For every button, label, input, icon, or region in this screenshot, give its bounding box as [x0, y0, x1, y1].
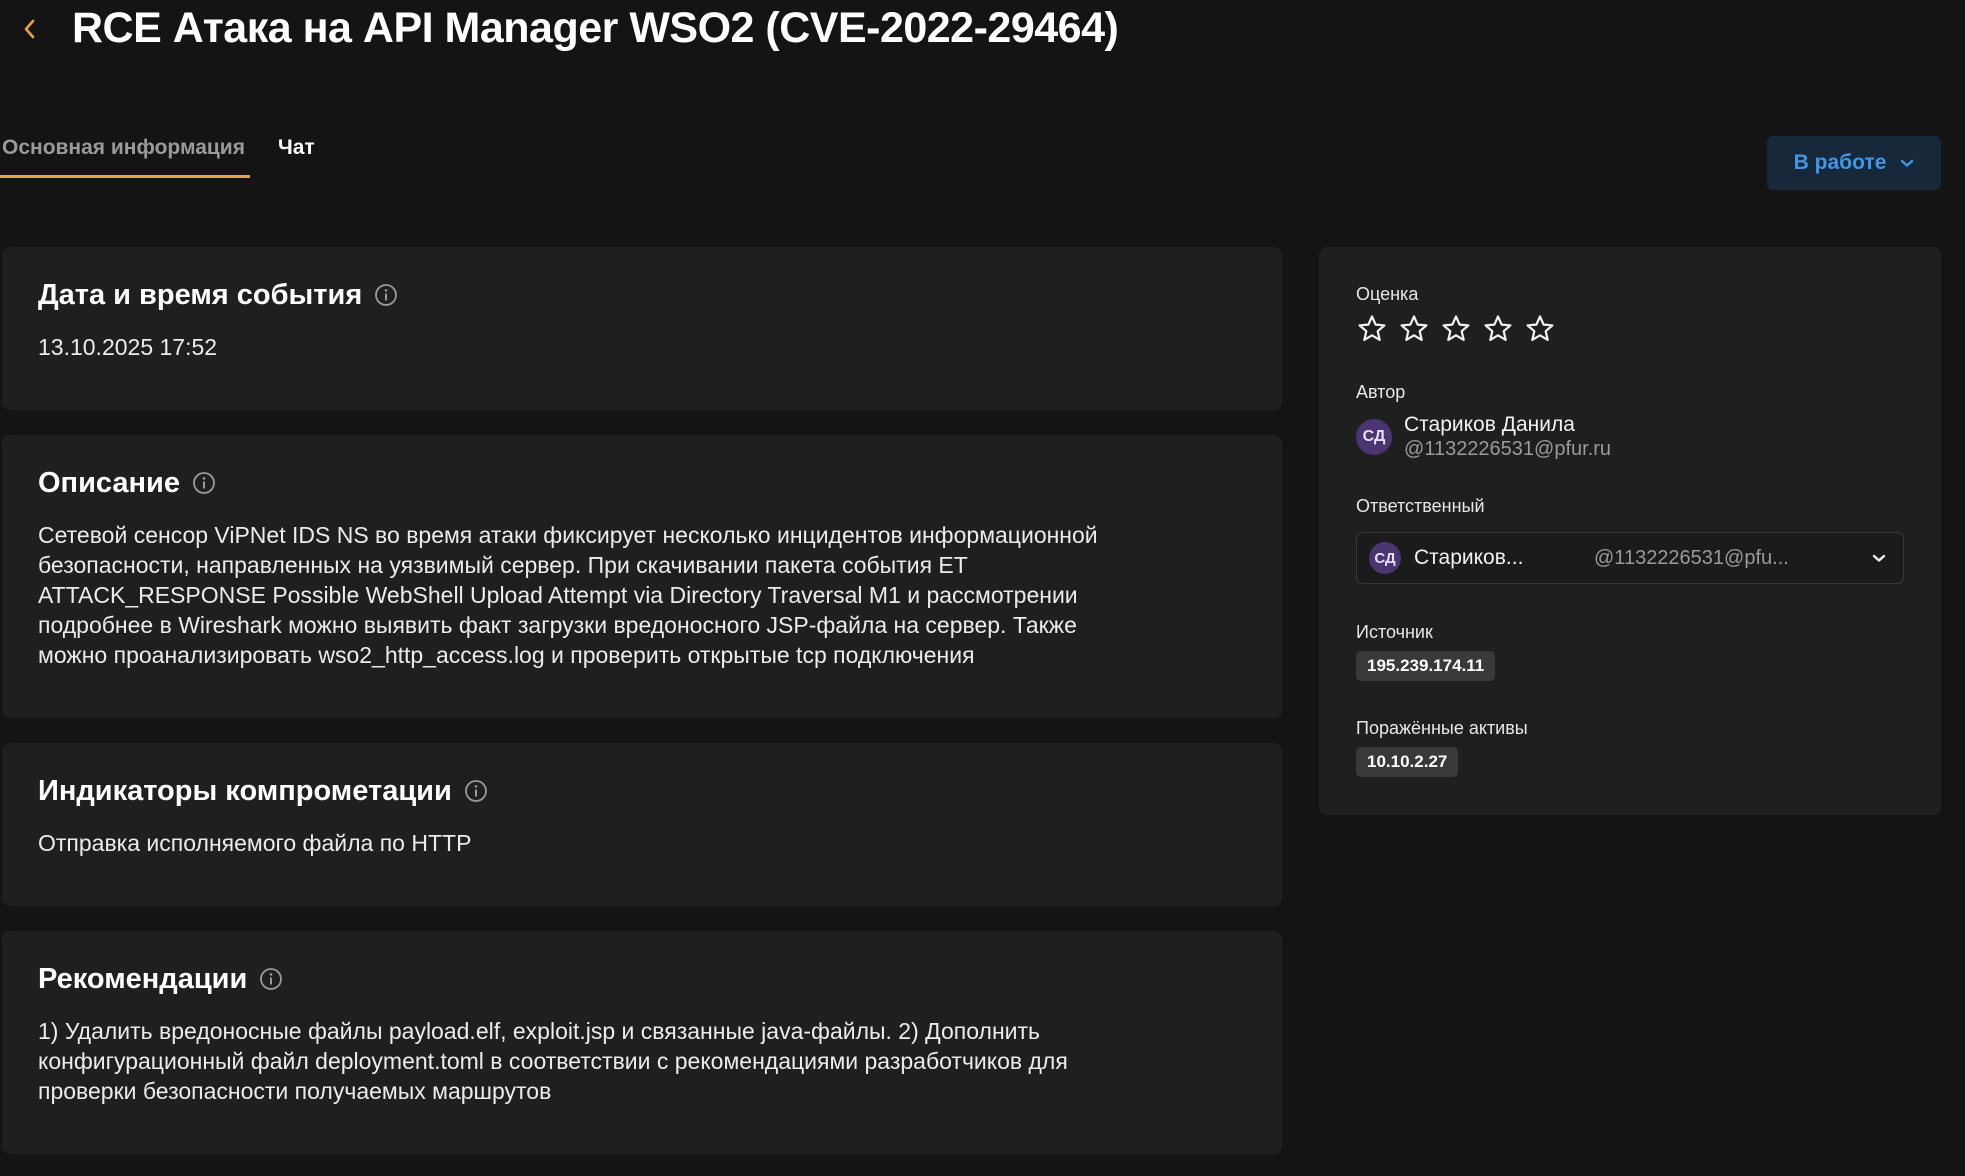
- author-name: Стариков Данила: [1404, 413, 1575, 436]
- status-label: В работе: [1793, 151, 1887, 174]
- assignee-name: Стариков...: [1414, 546, 1524, 569]
- description-text: Сетевой сенсор ViPNet IDS NS во время ат…: [38, 520, 1246, 670]
- chevron-down-icon: [1867, 553, 1891, 563]
- star-icon[interactable]: [1398, 313, 1430, 345]
- author-label: Автор: [1356, 382, 1406, 402]
- datetime-card: Дата и время события 13.10.2025 17:52: [2, 247, 1282, 410]
- rating-label: Оценка: [1356, 284, 1419, 304]
- status-dropdown[interactable]: В работе: [1767, 136, 1941, 190]
- details-panel: Оценка Автор СД Стариков Данила @1132226…: [1319, 247, 1941, 815]
- indicators-title-text: Индикаторы компрометации: [38, 775, 452, 807]
- tab-chat[interactable]: Чат: [276, 128, 317, 178]
- indicators-value: Отправка исполняемого файла по HTTP: [38, 830, 472, 856]
- star-icon[interactable]: [1440, 313, 1472, 345]
- assignee-label: Ответственный: [1356, 496, 1485, 516]
- recommendations-line: проверки безопасности получаемых маршрут…: [38, 1078, 552, 1104]
- description-title-text: Описание: [38, 467, 180, 499]
- datetime-title-text: Дата и время события: [38, 279, 363, 311]
- info-icon[interactable]: [259, 967, 283, 991]
- indicators-title: Индикаторы компрометации: [38, 771, 1246, 811]
- star-icon[interactable]: [1524, 313, 1556, 345]
- description-line: можно проанализировать wso2_http_access.…: [38, 642, 975, 668]
- source-chip: 195.239.174.11: [1356, 651, 1496, 681]
- datetime-title: Дата и время события: [38, 275, 1246, 315]
- info-icon[interactable]: [464, 779, 488, 803]
- star-icon[interactable]: [1482, 313, 1514, 345]
- star-icon[interactable]: [1356, 313, 1388, 345]
- description-card: Описание Сетевой сенсор ViPNet IDS NS во…: [2, 435, 1282, 718]
- chevron-left-icon: [24, 19, 35, 39]
- assignee-login: @1132226531@pfu...: [1594, 546, 1789, 569]
- back-button[interactable]: [14, 10, 44, 48]
- asset-chip: 10.10.2.27: [1356, 747, 1459, 777]
- author-login: @1132226531@pfur.ru: [1404, 438, 1612, 460]
- description-line: Сетевой сенсор ViPNet IDS NS во время ат…: [38, 522, 1098, 548]
- recommendations-line: 1) Удалить вредоносные файлы payload.elf…: [38, 1018, 1041, 1044]
- avatar: СД: [1369, 542, 1401, 574]
- info-icon[interactable]: [192, 471, 216, 495]
- author-info: СД Стариков Данила @1132226531@pfur.ru: [1356, 413, 1611, 461]
- description-title: Описание: [38, 463, 1246, 503]
- tab-main-info[interactable]: Основная информация: [0, 128, 250, 178]
- description-line: безопасности, направленных на уязвимый с…: [38, 552, 968, 578]
- page-title: RCE Атака на API Manager WSO2 (CVE-2022-…: [72, 4, 1119, 52]
- assignee-select[interactable]: СД Стариков... @1132226531@pfu...: [1356, 532, 1904, 584]
- indicators-card: Индикаторы компрометации Отправка исполн…: [2, 743, 1282, 906]
- recommendations-title: Рекомендации: [38, 959, 1246, 999]
- info-icon[interactable]: [374, 283, 398, 307]
- recommendations-text: 1) Удалить вредоносные файлы payload.elf…: [38, 1016, 1246, 1106]
- description-line: ATTACK_RESPONSE Possible WebShell Upload…: [38, 582, 1078, 608]
- datetime-value: 13.10.2025 17:52: [38, 334, 218, 360]
- tab-bar: Основная информация Чат: [0, 128, 317, 186]
- assets-label: Поражённые активы: [1356, 718, 1528, 738]
- description-line: подробнее в Wireshark можно выявить факт…: [38, 612, 1077, 638]
- avatar: СД: [1356, 419, 1392, 455]
- chevron-down-icon: [1901, 159, 1914, 167]
- rating-stars: [1356, 313, 1556, 345]
- source-label: Источник: [1356, 622, 1433, 642]
- recommendations-title-text: Рекомендации: [38, 963, 248, 995]
- recommendations-line: конфигурационный файл deployment.toml в …: [38, 1048, 1068, 1074]
- recommendations-card: Рекомендации 1) Удалить вредоносные файл…: [2, 931, 1282, 1154]
- incident-page: RCE Атака на API Manager WSO2 (CVE-2022-…: [0, 0, 1965, 1176]
